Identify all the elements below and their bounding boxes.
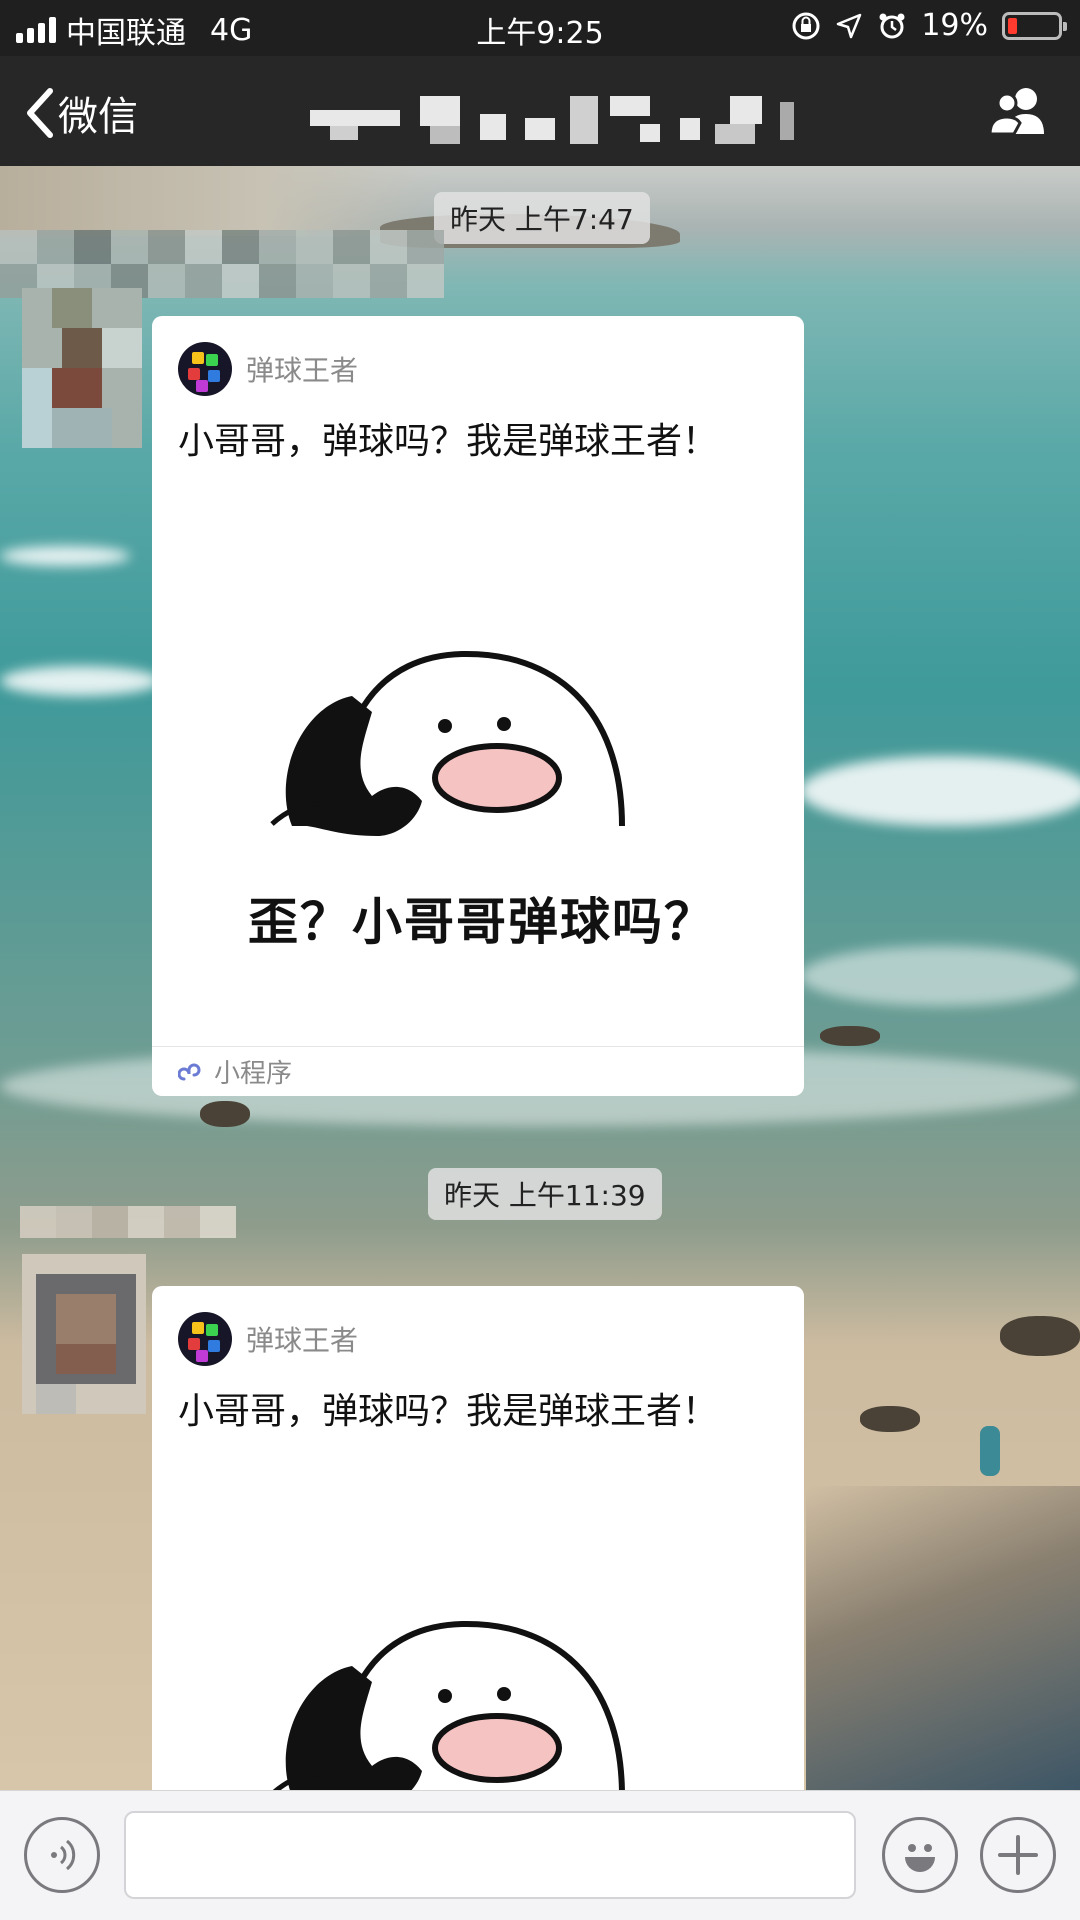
- nav-bar: 微信: [0, 56, 1080, 166]
- card-message-text: 小哥哥，弹球吗？我是弹球王者！: [178, 1391, 719, 1432]
- battery-label: 19%: [921, 8, 988, 43]
- battery-level: [1008, 17, 1017, 34]
- phone-face-illustration: [270, 650, 625, 836]
- alarm-icon: [879, 13, 905, 38]
- back-label: 微信: [58, 94, 138, 140]
- emoji-icon: [905, 1844, 935, 1872]
- input-bar: [0, 1790, 1080, 1920]
- meme-image: [212, 1566, 752, 1790]
- app-name: 弹球王者: [246, 354, 359, 387]
- mini-program-icon: [178, 1063, 201, 1080]
- group-icon[interactable]: [988, 84, 1050, 138]
- app-icon: [178, 342, 232, 396]
- location-icon: [837, 13, 862, 38]
- wave: [0, 546, 130, 566]
- voice-button[interactable]: [24, 1817, 100, 1893]
- phone-face-illustration: [272, 1620, 625, 1790]
- stairs-railing: [806, 1486, 1080, 1790]
- add-button[interactable]: [980, 1817, 1056, 1893]
- rock: [820, 1026, 880, 1046]
- avatar[interactable]: [22, 288, 142, 448]
- voice-icon: [51, 1839, 76, 1871]
- card-header: 弹球王者: [178, 1312, 358, 1366]
- town-hillside: [0, 166, 440, 236]
- plus-icon: [998, 1835, 1038, 1875]
- rotation-lock-icon: [792, 12, 820, 39]
- meme-caption: 歪？小哥哥弹球吗？: [248, 893, 716, 951]
- rock: [200, 1101, 250, 1127]
- avatar[interactable]: [22, 1254, 146, 1414]
- timestamp: 昨天 上午11:39: [428, 1168, 662, 1220]
- app-name: 弹球王者: [246, 1324, 359, 1357]
- sender-name-redacted: [20, 1206, 236, 1238]
- status-bar: 中国联通 4G 上午9:25 19%: [0, 0, 1080, 56]
- timestamp: 昨天 上午7:47: [434, 192, 650, 244]
- meme-image: 歪？小哥哥弹球吗？: [212, 596, 752, 956]
- status-right: 19%: [791, 8, 1067, 43]
- mini-program-card[interactable]: 弹球王者 小哥哥，弹球吗？我是弹球王者！ 歪？小哥哥弹球吗？ 小程序: [152, 316, 804, 1096]
- wave: [0, 666, 160, 696]
- chevron-left-icon: [27, 88, 53, 138]
- chat-background[interactable]: 昨天 上午7:47 弹球王者 小哥哥，弹球吗？我是弹球王者！ 歪？小哥哥弹球吗？…: [0, 166, 1080, 1790]
- mini-program-card[interactable]: 弹球王者 小哥哥，弹球吗？我是弹球王者！: [152, 1286, 804, 1790]
- chat-title-redacted: [310, 88, 830, 148]
- message-input[interactable]: [124, 1811, 856, 1899]
- back-button[interactable]: 微信: [24, 84, 138, 142]
- emoji-button[interactable]: [882, 1817, 958, 1893]
- app-icon: [178, 1312, 232, 1366]
- card-message-text: 小哥哥，弹球吗？我是弹球王者！: [178, 421, 719, 462]
- rock: [1000, 1316, 1080, 1356]
- card-header: 弹球王者: [178, 342, 358, 396]
- wave: [800, 946, 1080, 1006]
- rock: [860, 1406, 920, 1432]
- card-footer: 小程序: [152, 1046, 804, 1096]
- battery-icon: [1002, 11, 1067, 40]
- child-figure: [980, 1426, 1000, 1476]
- card-footer-label: 小程序: [214, 1059, 293, 1089]
- wave: [800, 756, 1080, 826]
